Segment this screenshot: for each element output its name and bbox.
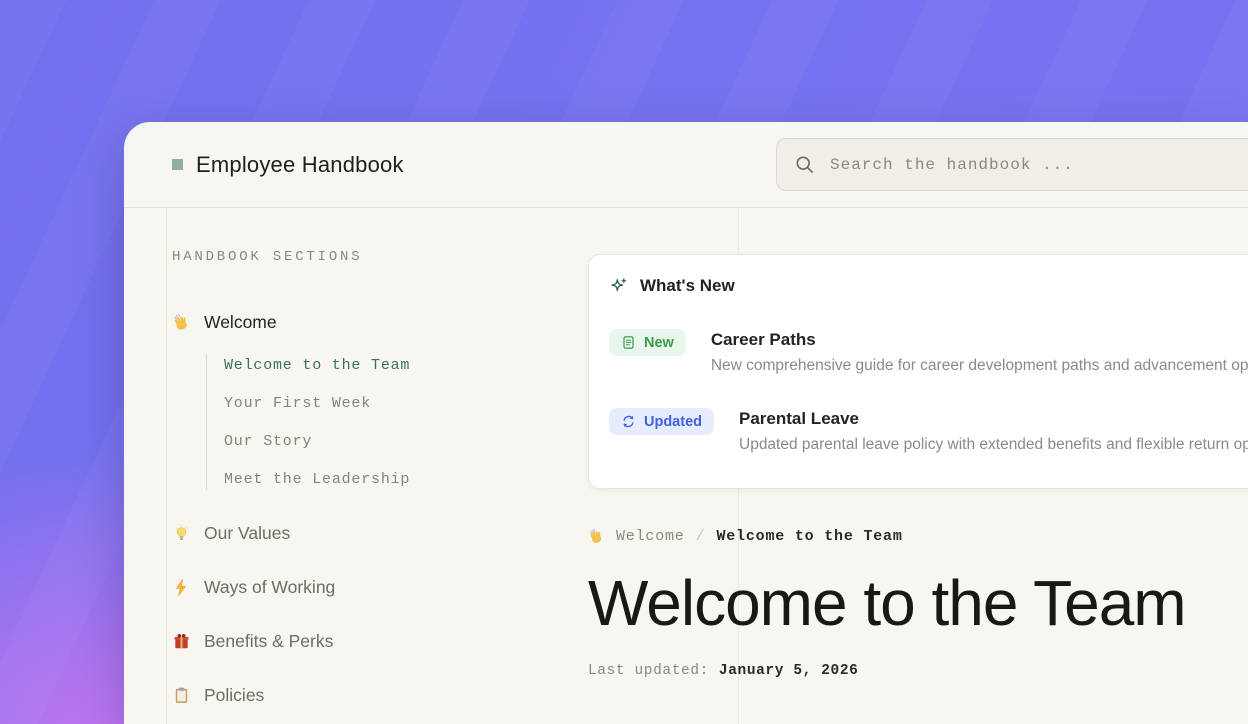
- sidebar-item-label: Welcome: [204, 312, 277, 333]
- sidebar-item-our-values[interactable]: Our Values: [172, 522, 552, 544]
- sidebar-subitem-your-first-week[interactable]: Your First Week: [224, 392, 552, 414]
- refresh-icon: [621, 414, 636, 429]
- whats-new-item-title: Career Paths: [711, 329, 1248, 350]
- sidebar-item-benefits-perks[interactable]: Benefits & Perks: [172, 630, 552, 652]
- last-updated: Last updated: January 5, 2026: [588, 663, 1248, 679]
- page-title: Welcome to the Team: [588, 571, 1248, 635]
- app-title: Employee Handbook: [196, 152, 404, 178]
- document-icon: [621, 335, 636, 350]
- sidebar-subitem-our-story[interactable]: Our Story: [224, 430, 552, 452]
- sidebar-subitem-meet-the-leadership[interactable]: Meet the Leadership: [224, 468, 552, 490]
- whats-new-item-career-paths[interactable]: New Career Paths New comprehensive guide…: [609, 329, 1248, 375]
- whats-new-card: What's New New: [588, 254, 1248, 489]
- breadcrumb-current-page: Welcome to the Team: [716, 528, 902, 545]
- lightning-icon: [172, 578, 191, 597]
- sidebar-sublist-welcome: Welcome to the Team Your First Week Our …: [206, 354, 552, 490]
- breadcrumb-section-link[interactable]: Welcome: [616, 528, 685, 545]
- last-updated-value: January 5, 2026: [719, 663, 859, 679]
- whats-new-item-description: Updated parental leave policy with exten…: [739, 436, 1248, 454]
- whats-new-item-title: Parental Leave: [739, 408, 1248, 429]
- whats-new-header: What's New: [609, 276, 1248, 296]
- gift-icon: [172, 632, 191, 651]
- sidebar-subitem-welcome-to-the-team[interactable]: Welcome to the Team: [224, 354, 552, 376]
- sidebar-item-label: Policies: [204, 685, 264, 706]
- grid-line-left: [166, 208, 167, 724]
- sidebar-item-label: Benefits & Perks: [204, 631, 333, 652]
- search-box[interactable]: [776, 138, 1248, 191]
- sidebar-item-label: Our Values: [204, 523, 290, 544]
- desktop-background: Employee Handbook HANDBOOK SECTIONS: [0, 0, 1248, 724]
- sidebar-item-label: Ways of Working: [204, 577, 335, 598]
- wave-icon: [588, 528, 605, 545]
- updated-badge: Updated: [609, 408, 714, 435]
- whats-new-title: What's New: [640, 276, 735, 296]
- main-content: What's New New: [588, 208, 1248, 679]
- sidebar-section-label: HANDBOOK SECTIONS: [172, 249, 552, 265]
- search-input[interactable]: [828, 155, 1248, 175]
- new-badge: New: [609, 329, 686, 356]
- logo-square-icon: [172, 159, 183, 170]
- search-icon: [795, 155, 814, 174]
- whats-new-item-text: Career Paths New comprehensive guide for…: [711, 329, 1248, 375]
- handbook-app-window: Employee Handbook HANDBOOK SECTIONS: [124, 122, 1248, 724]
- sidebar-item-ways-of-working[interactable]: Ways of Working: [172, 576, 552, 598]
- app-body: HANDBOOK SECTIONS: [124, 208, 1248, 724]
- whats-new-item-text: Parental Leave Updated parental leave po…: [739, 408, 1248, 454]
- badge-label: Updated: [644, 414, 702, 430]
- lightbulb-icon: [172, 524, 191, 543]
- clipboard-icon: [172, 686, 191, 705]
- sidebar-item-policies[interactable]: Policies: [172, 684, 552, 706]
- sidebar: HANDBOOK SECTIONS: [172, 208, 552, 706]
- badge-label: New: [644, 335, 674, 351]
- sparkles-icon: [609, 277, 628, 296]
- whats-new-item-parental-leave[interactable]: Updated Parental Leave Updated parental …: [609, 408, 1248, 454]
- breadcrumb: Welcome / Welcome to the Team: [588, 528, 1248, 545]
- app-brand: Employee Handbook: [172, 122, 404, 207]
- whats-new-item-description: New comprehensive guide for career devel…: [711, 357, 1248, 375]
- wave-icon: [172, 313, 191, 332]
- app-header: Employee Handbook: [124, 122, 1248, 208]
- last-updated-label: Last updated:: [588, 663, 709, 679]
- sidebar-item-welcome[interactable]: Welcome: [172, 311, 552, 333]
- breadcrumb-separator: /: [696, 528, 706, 545]
